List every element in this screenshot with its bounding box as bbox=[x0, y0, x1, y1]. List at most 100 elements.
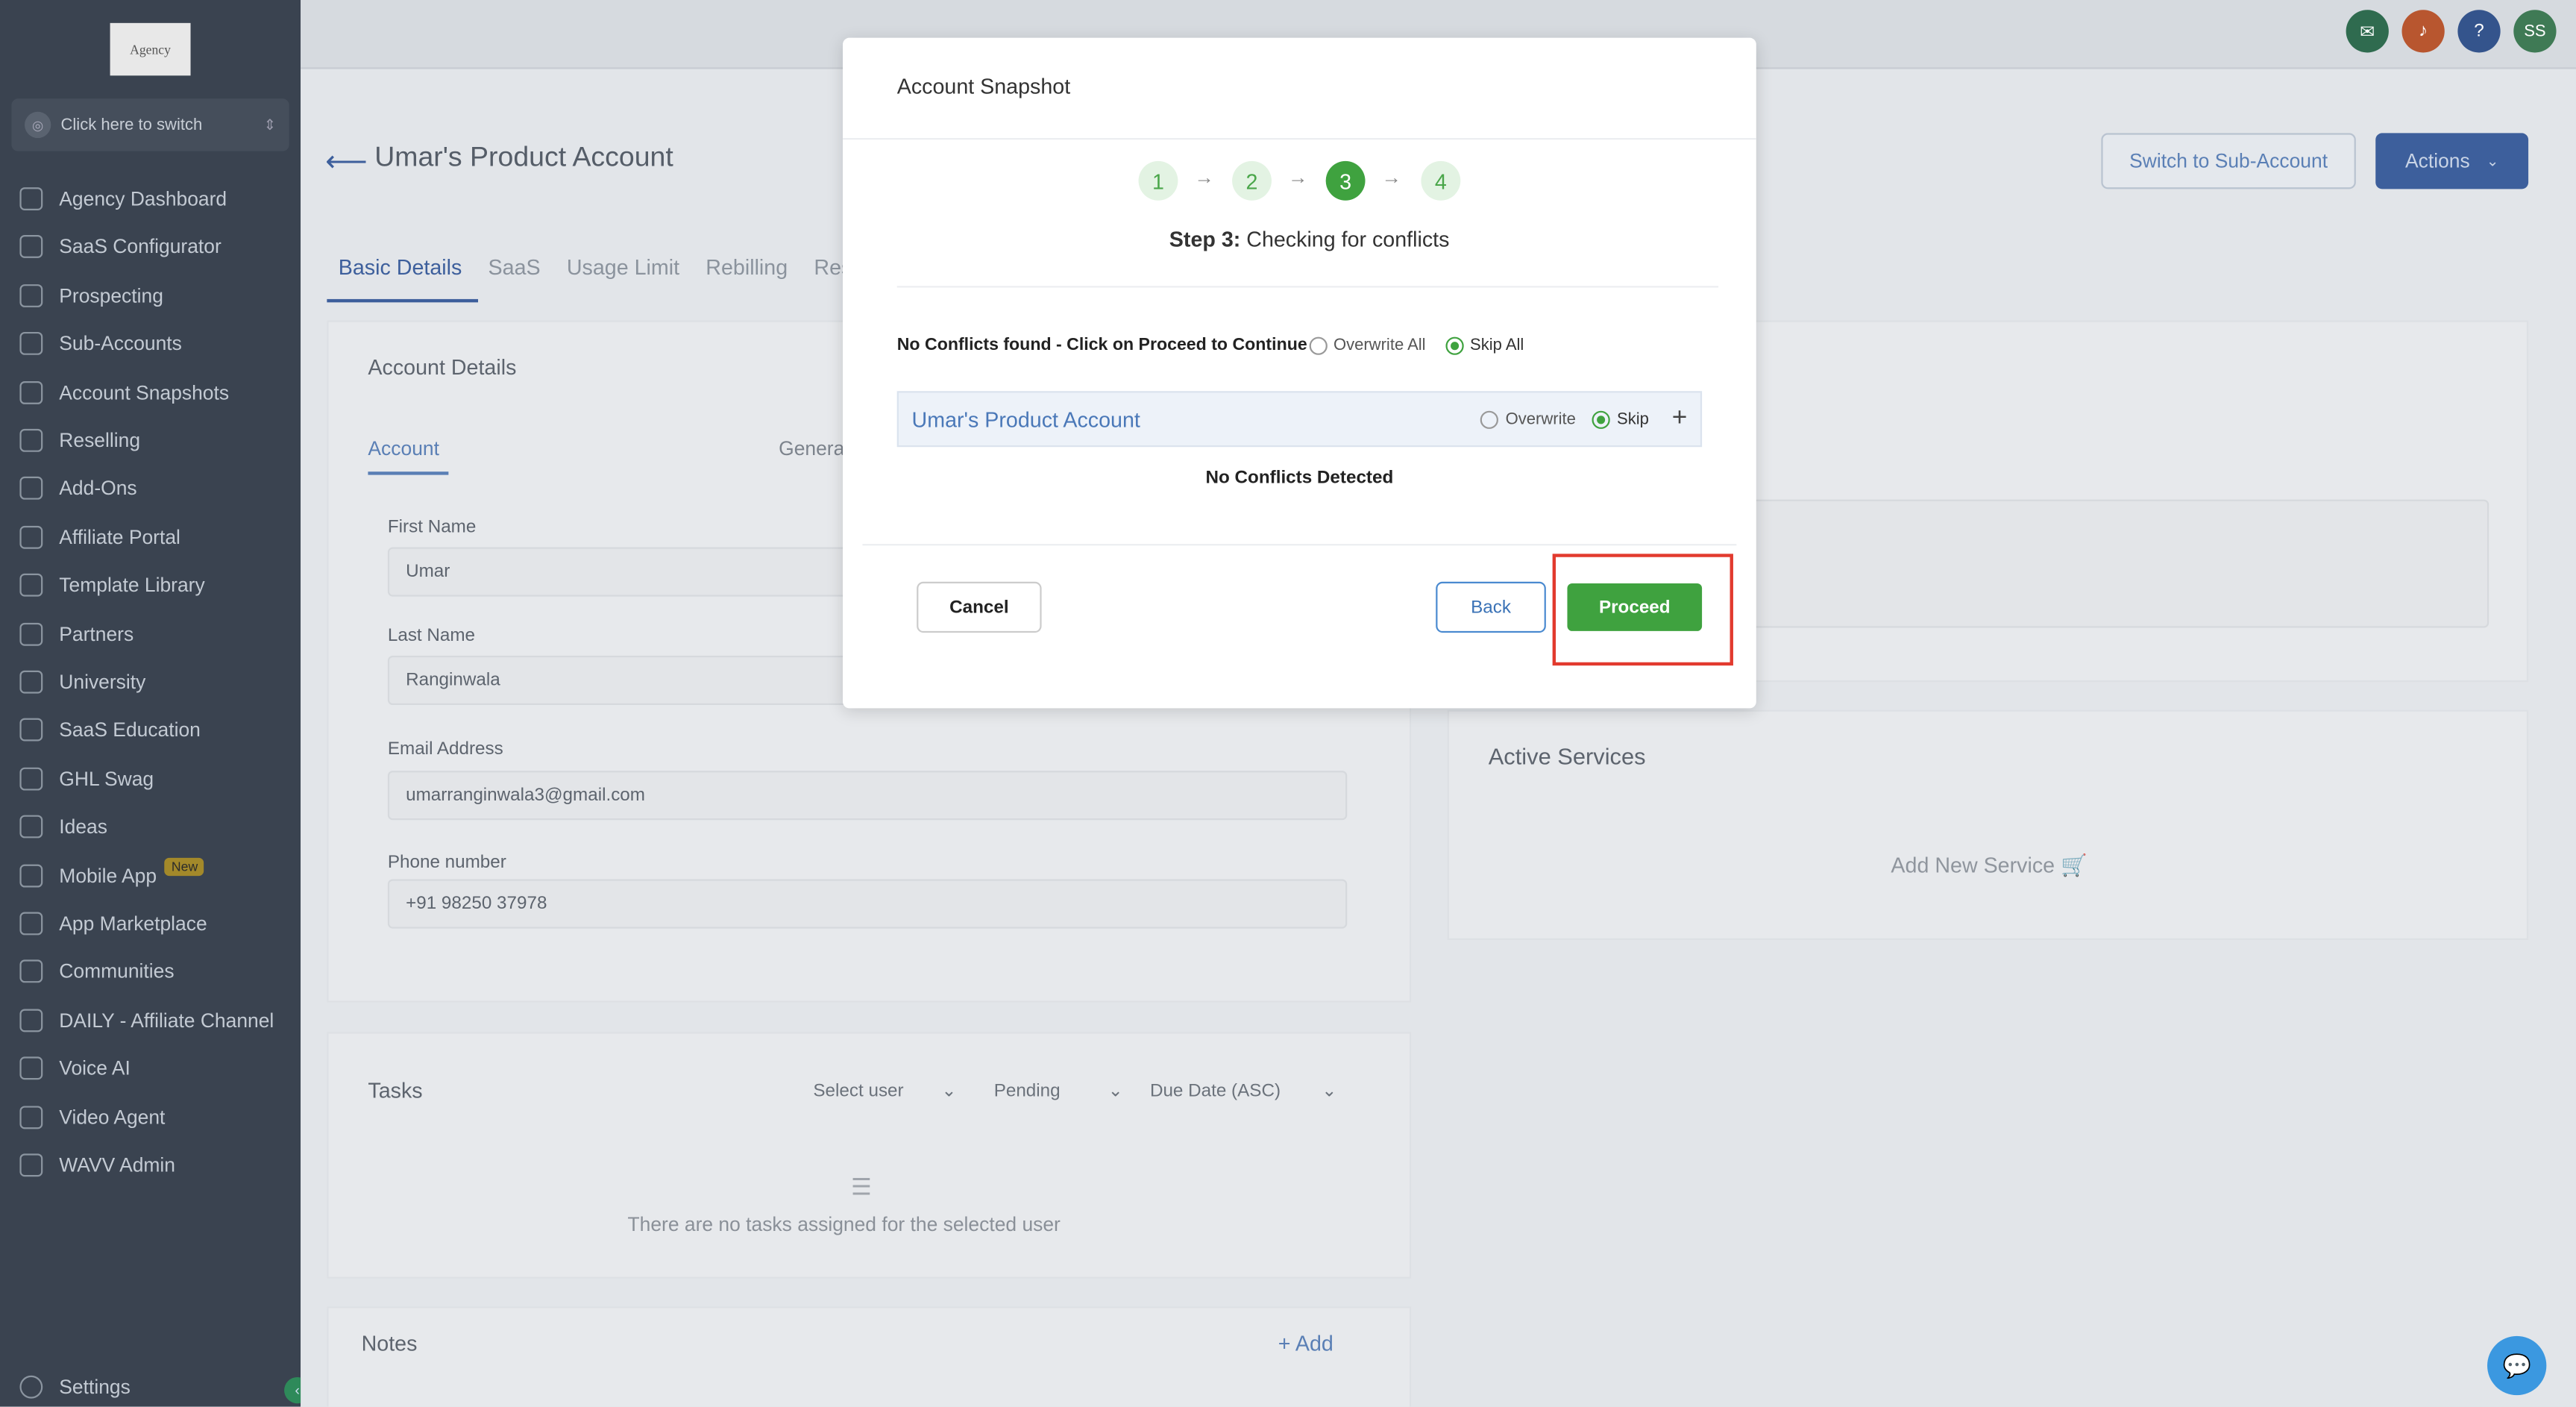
wavv-admin-icon bbox=[19, 1153, 43, 1177]
sidebar-item-label: Ideas bbox=[59, 815, 107, 839]
radio-selected-icon bbox=[1592, 410, 1611, 428]
actions-label: Actions bbox=[2405, 149, 2470, 173]
step-4: 4 bbox=[1421, 160, 1461, 201]
voice-ai-icon bbox=[19, 1056, 43, 1080]
sidebar-item-label: App Marketplace bbox=[59, 912, 207, 936]
skip-all-radio[interactable]: Skip All bbox=[1445, 336, 1524, 354]
email-label: Email Address bbox=[387, 739, 503, 759]
switch-to-subaccount-button[interactable]: Switch to Sub-Account bbox=[2101, 133, 2356, 189]
page-title: Umar's Product Account bbox=[374, 141, 673, 173]
sidebar-item-label: Template Library bbox=[59, 574, 205, 598]
notes-title: Notes bbox=[361, 1331, 418, 1356]
cart-icon: 🛒 bbox=[2061, 853, 2087, 878]
back-button[interactable]: Back bbox=[1436, 581, 1546, 633]
divider bbox=[843, 138, 1756, 140]
back-arrow-icon[interactable]: ⟵ bbox=[325, 145, 368, 179]
tab-underline bbox=[327, 298, 479, 303]
radio-icon bbox=[1480, 410, 1499, 428]
add-new-service-link[interactable]: Add New Service 🛒 bbox=[1891, 853, 2087, 879]
sidebar-item-label: Mobile App bbox=[59, 863, 157, 887]
sidebar-item-mobile-app[interactable]: Mobile App New bbox=[19, 857, 205, 893]
sidebar-item-wavv-admin[interactable]: WAVV Admin bbox=[19, 1147, 175, 1183]
sidebar-item-account-snapshots[interactable]: Account Snapshots bbox=[19, 374, 229, 410]
gear-icon bbox=[19, 1375, 43, 1399]
sidebar-item-video-agent[interactable]: Video Agent bbox=[19, 1099, 165, 1135]
avatar[interactable]: SS bbox=[2513, 10, 2557, 53]
select-user-dropdown[interactable]: Select user ⌄ bbox=[813, 1079, 956, 1100]
subtab-account[interactable]: Account bbox=[368, 437, 439, 460]
bell-icon[interactable]: ♪ bbox=[2401, 10, 2445, 53]
divider bbox=[896, 286, 1719, 288]
sidebar-item-label: Prospecting bbox=[59, 283, 163, 307]
ghl-swag-icon bbox=[19, 767, 43, 791]
radio-selected-icon bbox=[1445, 336, 1464, 354]
sidebar-item-daily-affiliate-channel[interactable]: DAILY - Affiliate Channel bbox=[19, 1002, 274, 1038]
agency-dashboard-icon bbox=[19, 187, 43, 210]
agency-logo[interactable]: Agency bbox=[110, 22, 191, 76]
phone-label: Phone number bbox=[387, 853, 506, 873]
overwrite-radio[interactable]: Overwrite bbox=[1480, 410, 1576, 428]
status-dropdown[interactable]: Pending ⌄ bbox=[994, 1079, 1123, 1100]
sort-dropdown[interactable]: Due Date (ASC) ⌄ bbox=[1150, 1079, 1337, 1100]
help-icon[interactable]: ? bbox=[2457, 10, 2501, 53]
chat-widget-button[interactable]: 💬 bbox=[2487, 1335, 2547, 1396]
template-library-icon bbox=[19, 574, 43, 598]
sub-accounts-icon bbox=[19, 332, 43, 356]
add-service-label: Add New Service bbox=[1891, 853, 2055, 878]
sidebar-item-sub-accounts[interactable]: Sub-Accounts bbox=[19, 326, 182, 362]
sidebar-item-affiliate-portal[interactable]: Affiliate Portal bbox=[19, 519, 180, 555]
actions-button[interactable]: Actions ⌄ bbox=[2375, 133, 2529, 189]
sidebar-item-label: University bbox=[59, 670, 146, 694]
ideas-icon bbox=[19, 815, 43, 839]
sidebar-item-prospecting[interactable]: Prospecting bbox=[19, 278, 163, 313]
overwrite-all-radio[interactable]: Overwrite All bbox=[1308, 336, 1426, 354]
first-name-label: First Name bbox=[387, 517, 477, 538]
sidebar-item-label: DAILY - Affiliate Channel bbox=[59, 1009, 274, 1032]
notes-card bbox=[327, 1306, 1412, 1407]
step-3: 3 bbox=[1325, 160, 1366, 201]
sidebar-item-app-marketplace[interactable]: App Marketplace bbox=[19, 906, 207, 941]
sidebar-item-reselling[interactable]: Reselling bbox=[19, 422, 140, 458]
sidebar-item-label: Voice AI bbox=[59, 1056, 131, 1080]
add-note-button[interactable]: + Add bbox=[1278, 1331, 1333, 1356]
active-services-title: Active Services bbox=[1488, 742, 1646, 769]
subtab-general[interactable]: Genera bbox=[779, 437, 844, 460]
university-icon bbox=[19, 670, 43, 694]
sidebar-item-ghl-swag[interactable]: GHL Swag bbox=[19, 760, 154, 796]
sidebar-item-partners[interactable]: Partners bbox=[19, 615, 133, 651]
sidebar-item-voice-ai[interactable]: Voice AI bbox=[19, 1050, 131, 1086]
tab-rebilling[interactable]: Rebilling bbox=[706, 254, 788, 279]
account-name: Umar's Product Account bbox=[911, 407, 1140, 432]
tab-saas[interactable]: SaaS bbox=[489, 254, 541, 279]
sidebar-item-label: Reselling bbox=[59, 428, 141, 452]
account-switcher[interactable]: ◎ Click here to switch ⇕ bbox=[11, 98, 289, 151]
tab-usage-limit[interactable]: Usage Limit bbox=[567, 254, 679, 279]
new-badge: New bbox=[165, 858, 205, 877]
last-name-label: Last Name bbox=[387, 626, 476, 646]
email-input[interactable]: umarranginwala3@gmail.com bbox=[387, 771, 1348, 821]
sidebar-item-label: Account Snapshots bbox=[59, 380, 230, 404]
expand-plus-icon[interactable]: + bbox=[1672, 404, 1688, 434]
sidebar-item-label: Affiliate Portal bbox=[59, 525, 180, 549]
sidebar-item-communities[interactable]: Communities bbox=[19, 953, 175, 989]
arrow-right-icon: → bbox=[1287, 166, 1308, 189]
sidebar-item-saas-education[interactable]: SaaS Education bbox=[19, 712, 201, 748]
partners-icon bbox=[19, 621, 43, 645]
sidebar-item-ideas[interactable]: Ideas bbox=[19, 809, 107, 844]
mobile-app-icon bbox=[19, 863, 43, 887]
megaphone-icon[interactable]: ✉ bbox=[2346, 10, 2389, 53]
sidebar: Agency ◎ Click here to switch ⇕ Agency D… bbox=[0, 0, 301, 1407]
sidebar-item-university[interactable]: University bbox=[19, 664, 145, 700]
arrow-right-icon: → bbox=[1381, 166, 1401, 189]
phone-input[interactable]: +91 98250 37978 bbox=[387, 879, 1348, 929]
sidebar-item-agency-dashboard[interactable]: Agency Dashboard bbox=[19, 181, 227, 216]
sidebar-item-saas-configurator[interactable]: SaaS Configurator bbox=[19, 229, 222, 265]
prospecting-icon bbox=[19, 283, 43, 307]
cancel-button[interactable]: Cancel bbox=[917, 581, 1042, 633]
tab-basic-details[interactable]: Basic Details bbox=[339, 254, 462, 279]
sidebar-item-template-library[interactable]: Template Library bbox=[19, 567, 205, 603]
sidebar-item-add-ons[interactable]: Add-Ons bbox=[19, 471, 137, 507]
sidebar-item-settings[interactable]: Settings bbox=[19, 1369, 131, 1405]
skip-all-label: Skip All bbox=[1470, 336, 1524, 354]
skip-radio[interactable]: Skip bbox=[1592, 410, 1649, 428]
